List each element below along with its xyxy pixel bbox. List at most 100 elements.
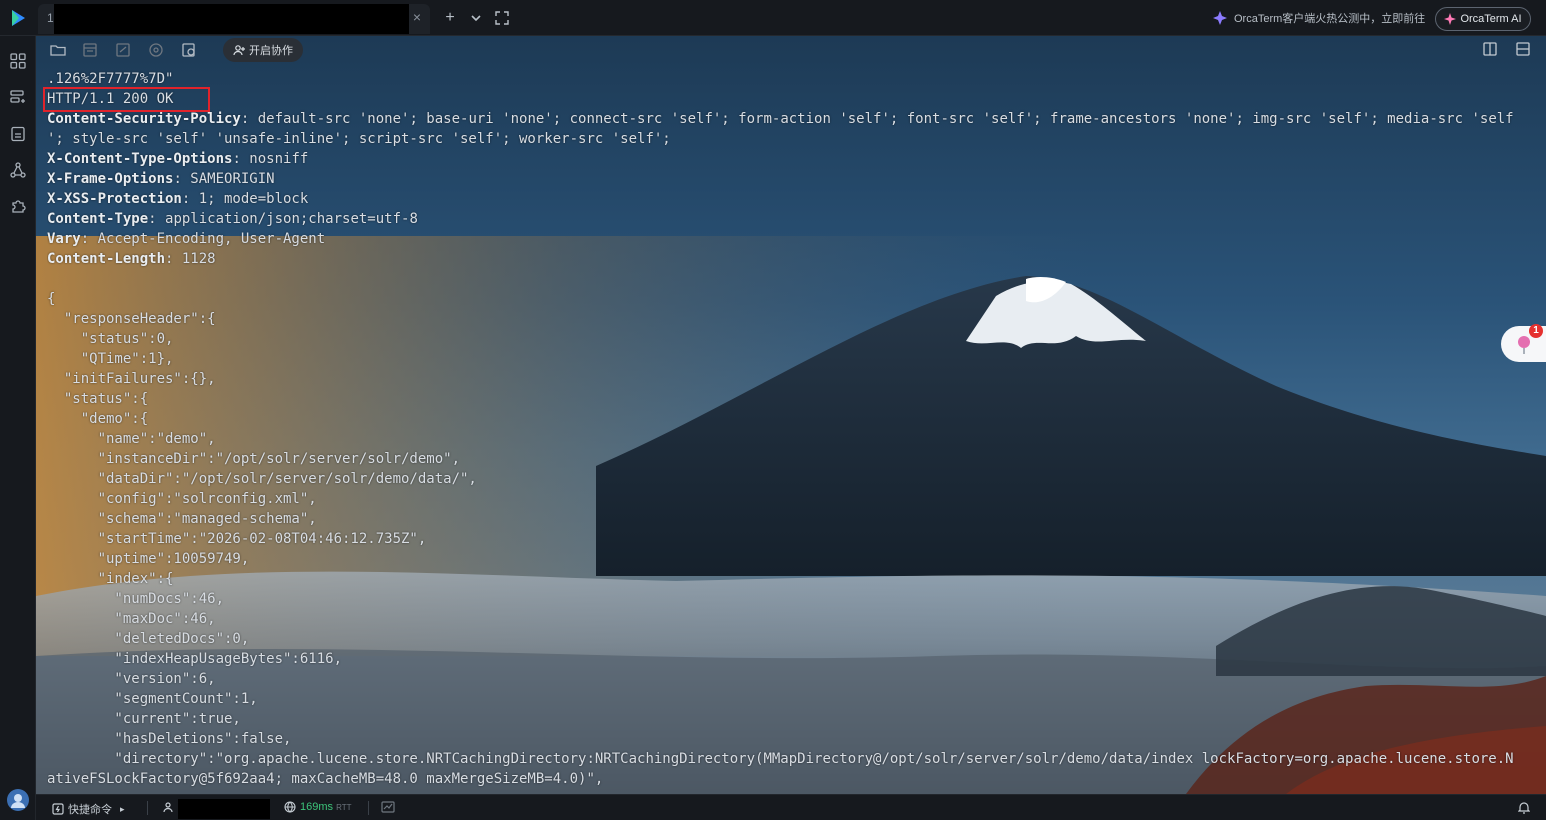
fullscreen-icon[interactable] (492, 8, 512, 28)
latency-unit: RTT (336, 803, 352, 812)
status-line-highlight-box (43, 87, 210, 112)
terminal-toolbar: 开启协作 (36, 36, 1546, 64)
header-key: Vary (47, 231, 81, 247)
header-key: Content-Length (47, 251, 166, 267)
open-folder-icon[interactable] (49, 41, 67, 59)
network-latency: 169ms RTT (284, 801, 352, 813)
status-bar: 快捷命令 ▸ 169ms RTT (36, 794, 1546, 820)
header-value: : nosniff (232, 151, 309, 167)
promo-text: OrcaTerm客户端火热公测中，立即前往 (1234, 13, 1426, 25)
terminal-line: "status":0, (47, 331, 174, 347)
tab-index: 1 (47, 11, 54, 25)
header-value: : Accept-Encoding, User-Agent (80, 231, 326, 247)
terminal-line: "numDocs":46, (47, 591, 225, 607)
terminal-line: "indexHeapUsageBytes":6116, (47, 651, 343, 667)
user-plus-icon (233, 45, 245, 56)
screenshot-icon[interactable] (180, 41, 198, 59)
terminal-line: ativeFSLockFactory@5f692aa4; maxCacheMB=… (47, 771, 604, 787)
header-value: : default-src 'none'; base-uri 'none'; c… (240, 111, 1514, 127)
terminal-line: "schema":"managed-schema", (47, 511, 317, 527)
orcaterm-ai-button[interactable]: OrcaTerm AI (1435, 7, 1531, 31)
session-list-icon[interactable] (81, 41, 99, 59)
terminal-line: "uptime":10059749, (47, 551, 250, 567)
redacted-tab-title (54, 4, 409, 34)
status-separator (368, 801, 369, 815)
new-tab-button[interactable]: + (440, 8, 460, 28)
terminal-line: HTTP/1.1 200 OK (47, 91, 174, 107)
user-avatar[interactable] (7, 789, 29, 811)
orcaterm-logo-icon (12, 10, 25, 26)
terminal-line: "segmentCount":1, (47, 691, 258, 707)
notification-bell-icon[interactable] (1518, 801, 1530, 814)
terminal-line: Content-Length: 1128 (47, 249, 1537, 269)
tab-close-icon[interactable]: × (408, 9, 426, 25)
client-promo-link[interactable]: OrcaTerm客户端火热公测中，立即前往 (1212, 10, 1425, 26)
header-value: : 1; mode=block (181, 191, 309, 207)
header-key: X-Content-Type-Options (47, 151, 233, 167)
start-collaboration-button[interactable]: 开启协作 (223, 38, 303, 62)
file-manager-icon[interactable] (8, 124, 28, 144)
globe-icon (284, 801, 296, 813)
terminal-line: { (47, 291, 56, 307)
server-list-icon[interactable] (8, 87, 28, 107)
quick-commands-arrow-icon: ▸ (120, 803, 125, 814)
redacted-host-info (178, 799, 270, 819)
header-key: Content-Type (47, 211, 149, 227)
ai-button-label: OrcaTerm AI (1460, 13, 1522, 25)
terminal-line: X-XSS-Protection: 1; mode=block (47, 189, 1537, 209)
terminal-line: Content-Type: application/json;charset=u… (47, 209, 1537, 229)
terminal-line: "index":{ (47, 571, 174, 587)
host-user-icon (163, 801, 175, 813)
terminal-line: "instanceDir":"/opt/solr/server/solr/dem… (47, 451, 461, 467)
split-vertical-icon[interactable] (1482, 41, 1500, 59)
header-key: Content-Security-Policy (47, 111, 241, 127)
split-horizontal-icon[interactable] (1515, 41, 1533, 59)
terminal-line: "demo":{ (47, 411, 149, 427)
network-nodes-icon[interactable] (8, 160, 28, 180)
terminal-pane[interactable]: 开启协作 .126%2F7777%7D" HTTP/1.1 200 OK Conte… (36, 36, 1546, 794)
sparkle-icon (1213, 11, 1227, 25)
terminal-line: X-Frame-Options: SAMEORIGIN (47, 169, 1537, 189)
header-key: X-Frame-Options (47, 171, 174, 187)
quick-commands-button[interactable]: 快捷命令 ▸ (52, 801, 125, 817)
terminal-line: "maxDoc":46, (47, 611, 216, 627)
terminal-tab[interactable]: 1 × (38, 4, 430, 34)
terminal-line: "config":"solrconfig.xml", (47, 491, 317, 507)
header-value: : 1128 (165, 251, 216, 267)
header-key: X-XSS-Protection (47, 191, 182, 207)
terminal-output[interactable]: .126%2F7777%7D" HTTP/1.1 200 OK Content-Se… (47, 69, 1537, 789)
latency-value: 169ms (300, 801, 334, 813)
terminal-line: "QTime":1}, (47, 351, 174, 367)
lightning-box-icon (52, 803, 64, 815)
terminal-line: "status":{ (47, 391, 149, 407)
terminal-line: Vary: Accept-Encoding, User-Agent (47, 229, 1537, 249)
terminal-line: "dataDir":"/opt/solr/server/solr/demo/da… (47, 471, 477, 487)
header-value: : application/json;charset=utf-8 (148, 211, 418, 227)
plugin-puzzle-icon[interactable] (8, 196, 28, 216)
terminal-line: '; style-src 'self' 'unsafe-inline'; scr… (47, 131, 671, 147)
terminal-line: "hasDeletions":false, (47, 731, 292, 747)
status-separator (147, 801, 148, 815)
terminal-line: "initFailures":{}, (47, 371, 216, 387)
monitor-chart-icon[interactable] (381, 801, 395, 813)
terminal-line: "directory":"org.apache.lucene.store.NRT… (47, 751, 1514, 767)
ai-sparkle-icon (1444, 13, 1457, 25)
file-transfer-icon[interactable] (114, 41, 132, 59)
terminal-line: .126%2F7777%7D" (47, 71, 174, 87)
terminal-line: "name":"demo", (47, 431, 216, 447)
tab-bar: 1 × + OrcaTerm客户端火热公测中，立即前往 OrcaTerm AI (0, 0, 1546, 36)
terminal-line: "deletedDocs":0, (47, 631, 250, 647)
header-value: : SAMEORIGIN (173, 171, 275, 187)
apps-grid-icon[interactable] (8, 51, 28, 71)
terminal-line: "responseHeader":{ (47, 311, 216, 327)
terminal-line: "version":6, (47, 671, 216, 687)
record-icon[interactable] (147, 41, 165, 59)
collab-label: 开启协作 (249, 45, 293, 57)
tab-dropdown-chevron-icon[interactable] (466, 8, 486, 28)
terminal-line: "current":true, (47, 711, 241, 727)
quick-commands-label: 快捷命令 (68, 804, 112, 816)
terminal-line: "startTime":"2026-02-08T04:46:12.735Z", (47, 531, 427, 547)
notification-badge: 1 (1529, 324, 1543, 338)
left-rail (0, 36, 36, 820)
